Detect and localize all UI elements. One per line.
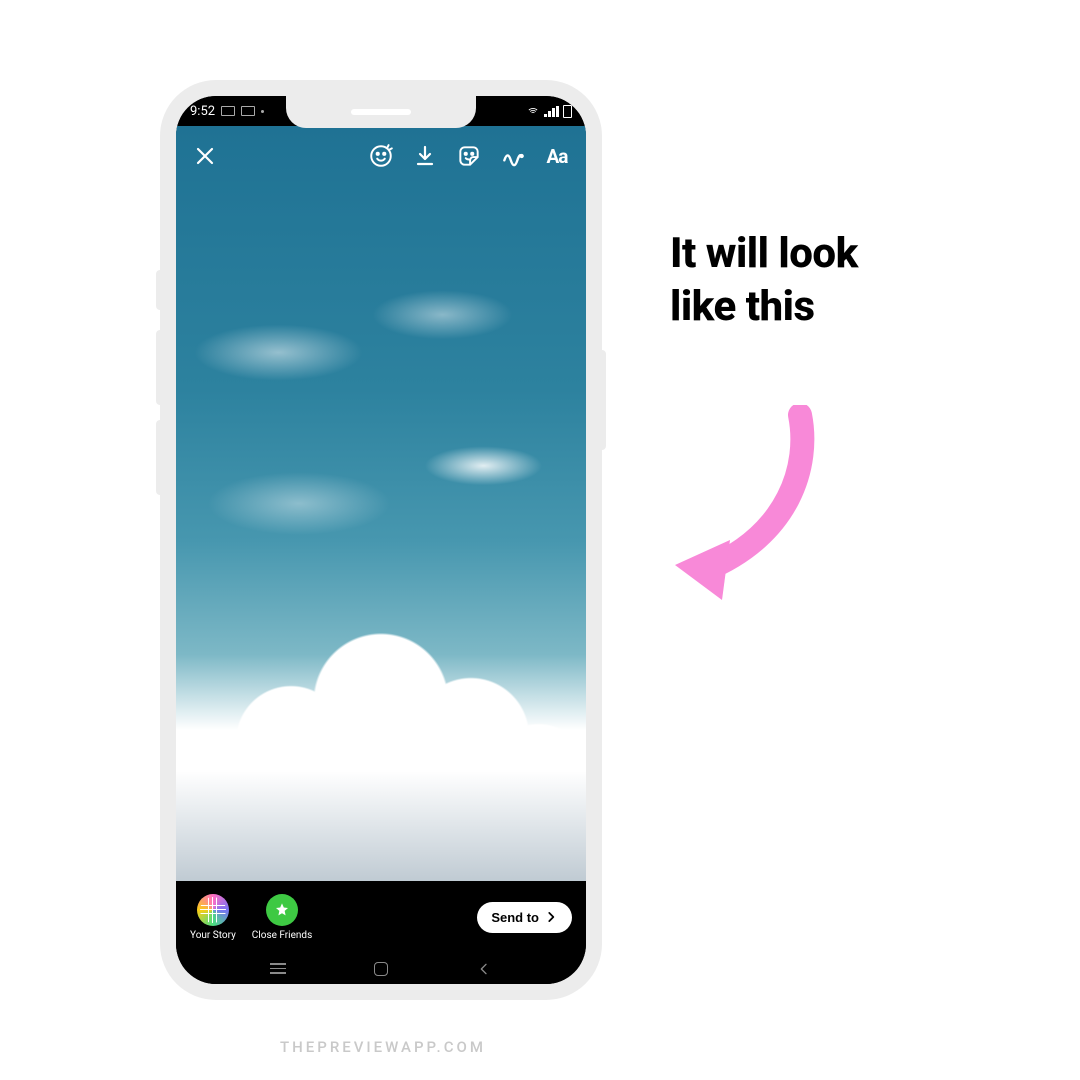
status-time: 9:52 — [190, 104, 215, 119]
text-tool-button[interactable]: Aa — [542, 141, 572, 171]
download-icon[interactable] — [410, 141, 440, 171]
phone-volume-up — [156, 330, 164, 405]
close-friends-label: Close Friends — [252, 930, 312, 941]
android-recents-button[interactable] — [268, 959, 288, 979]
signal-icon — [544, 106, 559, 117]
close-icon[interactable] — [190, 141, 220, 171]
status-image-icon — [241, 106, 255, 116]
sticker-icon[interactable] — [454, 141, 484, 171]
status-dot — [261, 110, 264, 113]
pink-arrow-icon — [660, 405, 840, 605]
wifi-icon — [526, 106, 540, 117]
your-story-button[interactable]: Your Story — [190, 894, 236, 941]
story-toolbar: Aa — [176, 134, 586, 178]
phone-screen: 9:52 — [176, 96, 586, 984]
close-friends-icon — [266, 894, 298, 926]
send-to-button[interactable]: Send to — [477, 902, 572, 933]
android-nav-bar — [176, 953, 586, 984]
phone-power-button — [598, 350, 606, 450]
face-effects-icon[interactable] — [366, 141, 396, 171]
close-friends-button[interactable]: Close Friends — [252, 894, 312, 941]
battery-icon — [563, 105, 572, 118]
annotation-text: It will look like this — [670, 228, 858, 333]
story-canvas[interactable]: Aa — [176, 126, 586, 881]
phone-side-button — [156, 270, 164, 310]
watermark: THEPREVIEWAPP.COM — [280, 1038, 486, 1056]
your-story-avatar — [197, 894, 229, 926]
cloud-shadow — [176, 771, 586, 881]
draw-icon[interactable] — [498, 141, 528, 171]
send-to-label: Send to — [491, 910, 539, 925]
status-image-icon — [221, 106, 235, 116]
phone-mockup: 9:52 — [160, 80, 602, 1000]
android-home-button[interactable] — [371, 959, 391, 979]
chevron-right-icon — [544, 910, 558, 924]
android-back-button[interactable] — [474, 959, 494, 979]
share-bar: Your Story Close Friends Send to — [176, 881, 586, 953]
phone-volume-down — [156, 420, 164, 495]
your-story-label: Your Story — [190, 930, 236, 941]
phone-notch — [286, 96, 476, 128]
